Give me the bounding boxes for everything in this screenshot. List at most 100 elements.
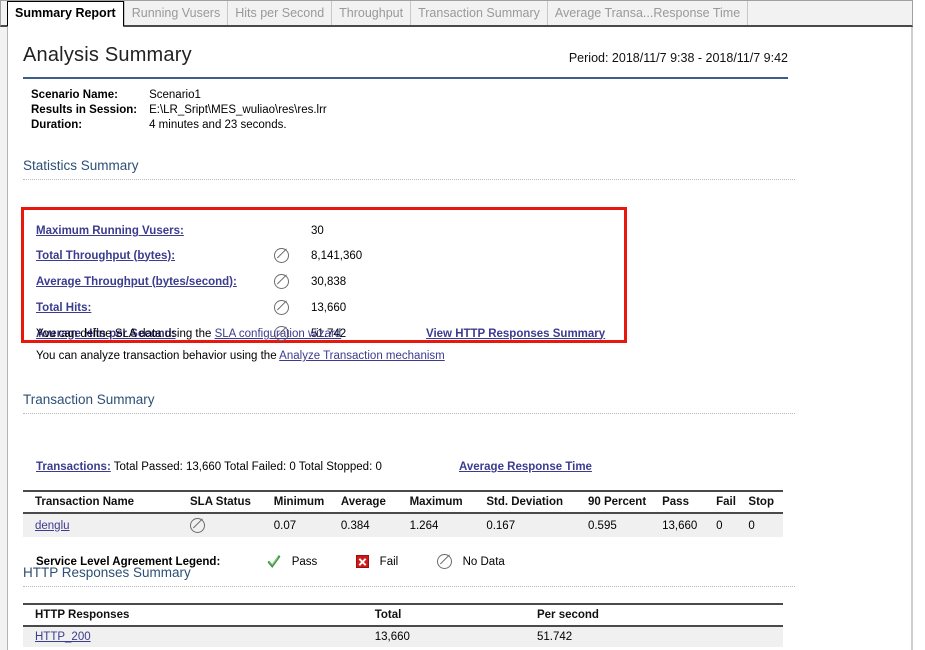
max-running-vusers-extra — [426, 225, 605, 248]
stat-row-total-throughput: Total Throughput (bytes): 8,141,360 — [36, 248, 605, 274]
max-running-vusers-value: 30 — [311, 225, 324, 237]
results-session-value: E:\LR_Sript\MES_wuliao\res\res.lrr — [149, 104, 327, 116]
tab-transaction-summary[interactable]: Transaction Summary — [410, 1, 547, 25]
transaction-fail: 0 — [716, 513, 749, 537]
tab-label: Summary Report — [15, 6, 116, 20]
no-data-icon — [437, 554, 453, 569]
sla-hint-line: You can define SLA data using the SLA co… — [36, 328, 341, 340]
col-total: Total — [374, 603, 537, 627]
col-maximum: Maximum — [409, 490, 487, 514]
total-hits-extra — [426, 300, 605, 326]
average-response-time-link[interactable]: Average Response Time — [459, 461, 592, 473]
col-transaction-name: Transaction Name — [23, 490, 190, 514]
sla-legend-item-no-data: No Data — [437, 554, 505, 569]
report-tab-strip: Summary Report Running Vusers Hits per S… — [0, 0, 913, 27]
average-throughput-value: 30,838 — [311, 275, 347, 288]
sla-legend-item-pass: Pass — [267, 554, 318, 569]
col-90-percent: 90 Percent — [587, 490, 663, 514]
left-gutter — [0, 27, 8, 650]
col-pass: Pass — [662, 490, 717, 514]
sla-legend-fail-label: Fail — [379, 555, 399, 568]
duration-value: 4 minutes and 23 seconds. — [149, 119, 287, 131]
period-label: Period: 2018/11/7 9:38 - 2018/11/7 9:42 — [568, 51, 788, 65]
average-throughput-extra — [426, 274, 605, 300]
fail-x-icon — [356, 555, 370, 568]
tab-summary-report[interactable]: Summary Report — [7, 1, 124, 27]
right-window-border — [911, 27, 913, 650]
scenario-info-row: Results in Session: E:\LR_Sript\MES_wuli… — [31, 104, 327, 119]
col-minimum: Minimum — [273, 490, 341, 514]
transaction-sla-status — [190, 513, 274, 537]
no-data-icon — [274, 300, 289, 315]
http-response-total: 13,660 — [374, 626, 537, 647]
sla-legend-nodata-label: No Data — [462, 555, 505, 568]
tab-label: Transaction Summary — [418, 6, 540, 20]
transaction-stop: 0 — [748, 513, 783, 537]
report-header: Analysis Summary Period: 2018/11/7 9:38 … — [23, 44, 788, 79]
http-response-code-link[interactable]: HTTP_200 — [35, 631, 91, 643]
average-throughput-link[interactable]: Average Throughput (bytes/second): — [36, 276, 237, 288]
max-running-vusers-link[interactable]: Maximum Running Vusers: — [36, 225, 184, 237]
tab-label: Hits per Second — [235, 6, 325, 20]
transaction-name-link[interactable]: denglu — [35, 520, 70, 532]
tab-hits-per-second[interactable]: Hits per Second — [227, 1, 331, 25]
tab-average-transaction-response-time[interactable]: Average Transa...Response Time — [546, 1, 747, 25]
table-row: HTTP_200 13,660 51.742 — [23, 626, 783, 647]
transaction-std-deviation: 0.167 — [486, 513, 588, 537]
sla-hint-prefix: You can define SLA data using the — [36, 328, 215, 340]
sla-configuration-wizard-link[interactable]: SLA configuration wizard — [215, 328, 342, 340]
scenario-info-block: Scenario Name: Scenario1 Results in Sess… — [31, 89, 327, 134]
table-row: denglu 0.07 0.384 1.264 0.167 0.595 13,6… — [23, 513, 783, 537]
tab-label: Throughput — [339, 6, 404, 20]
total-hits-link[interactable]: Total Hits: — [36, 302, 91, 314]
no-data-icon — [274, 274, 289, 289]
col-stop: Stop — [748, 490, 783, 514]
scenario-name-value: Scenario1 — [149, 89, 201, 101]
max-running-vusers-status — [274, 225, 311, 248]
analyze-transaction-mechanism-link[interactable]: Analyze Transaction mechanism — [279, 350, 445, 362]
view-http-responses-summary-link[interactable]: View HTTP Responses Summary — [426, 328, 605, 340]
scenario-name-key: Scenario Name: — [31, 89, 118, 101]
total-throughput-status — [274, 248, 311, 274]
total-hits-status — [274, 300, 311, 326]
http-responses-summary-rule — [23, 586, 795, 587]
sla-legend-item-fail: Fail — [356, 555, 398, 568]
http-responses-summary-heading: HTTP Responses Summary — [23, 565, 191, 580]
analysis-window: Summary Report Running Vusers Hits per S… — [0, 0, 913, 650]
stat-row-total-hits: Total Hits: 13,660 — [36, 300, 605, 326]
report-canvas: Analysis Summary Period: 2018/11/7 9:38 … — [9, 27, 911, 650]
transactions-link[interactable]: Transactions: — [36, 461, 111, 473]
tab-throughput[interactable]: Throughput — [331, 1, 410, 25]
table-header-row: HTTP Responses Total Per second — [23, 603, 783, 627]
analyze-hint-prefix: You can analyze transaction behavior usi… — [36, 350, 280, 362]
http-responses-table: HTTP Responses Total Per second HTTP_200… — [23, 603, 783, 647]
scenario-info-row: Duration: 4 minutes and 23 seconds. — [31, 119, 327, 134]
stat-row-max-running-vusers: Maximum Running Vusers: 30 — [36, 225, 605, 248]
transactions-totals-line: Transactions: Total Passed: 13,660 Total… — [36, 461, 382, 473]
stat-row-average-throughput: Average Throughput (bytes/second): 30,83… — [36, 274, 605, 300]
sla-legend-pass-label: Pass — [291, 555, 318, 568]
page-title: Analysis Summary — [23, 44, 192, 66]
transaction-summary-table: Transaction Name SLA Status Minimum Aver… — [23, 490, 783, 537]
col-std-deviation: Std. Deviation — [486, 490, 588, 514]
no-data-icon — [274, 248, 289, 263]
tab-label: Average Transa...Response Time — [554, 6, 741, 20]
statistics-summary-rule — [23, 179, 795, 180]
total-throughput-extra — [426, 248, 605, 274]
transaction-pass: 13,660 — [662, 513, 717, 537]
tab-running-vusers[interactable]: Running Vusers — [123, 1, 227, 25]
average-throughput-status — [274, 274, 311, 300]
transaction-90-percent: 0.595 — [587, 513, 663, 537]
duration-key: Duration: — [31, 119, 83, 131]
total-hits-value: 13,660 — [311, 301, 347, 314]
table-header-row: Transaction Name SLA Status Minimum Aver… — [23, 490, 783, 514]
transaction-minimum: 0.07 — [273, 513, 341, 537]
transaction-summary-rule — [23, 413, 795, 414]
statistics-summary-heading: Statistics Summary — [23, 158, 139, 173]
analyze-hint-line: You can analyze transaction behavior usi… — [36, 350, 445, 362]
col-per-second: Per second — [536, 603, 783, 627]
col-sla-status: SLA Status — [190, 490, 274, 514]
tab-strip-end-divider — [747, 1, 749, 25]
col-average: Average — [340, 490, 410, 514]
total-throughput-link[interactable]: Total Throughput (bytes): — [36, 250, 175, 262]
